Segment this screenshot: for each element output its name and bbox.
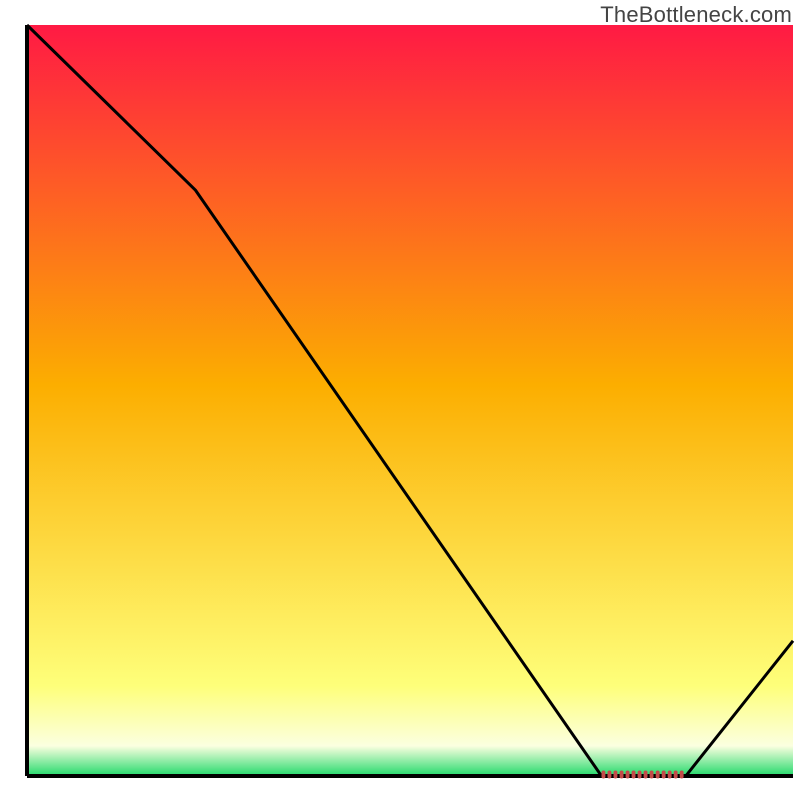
marker-tick: [638, 771, 642, 779]
marker-tick: [608, 771, 612, 779]
marker-tick: [602, 771, 606, 779]
marker-tick: [656, 771, 660, 779]
marker-tick: [620, 771, 624, 779]
marker-tick: [674, 771, 678, 779]
marker-tick: [680, 771, 684, 779]
marker-tick: [614, 771, 618, 779]
bottleneck-chart: [0, 0, 800, 800]
marker-tick: [662, 771, 666, 779]
marker-tick: [644, 771, 648, 779]
marker-tick: [632, 771, 636, 779]
marker-tick: [650, 771, 654, 779]
marker-tick: [668, 771, 672, 779]
marker-tick: [626, 771, 630, 779]
chart-container: TheBottleneck.com: [0, 0, 800, 800]
